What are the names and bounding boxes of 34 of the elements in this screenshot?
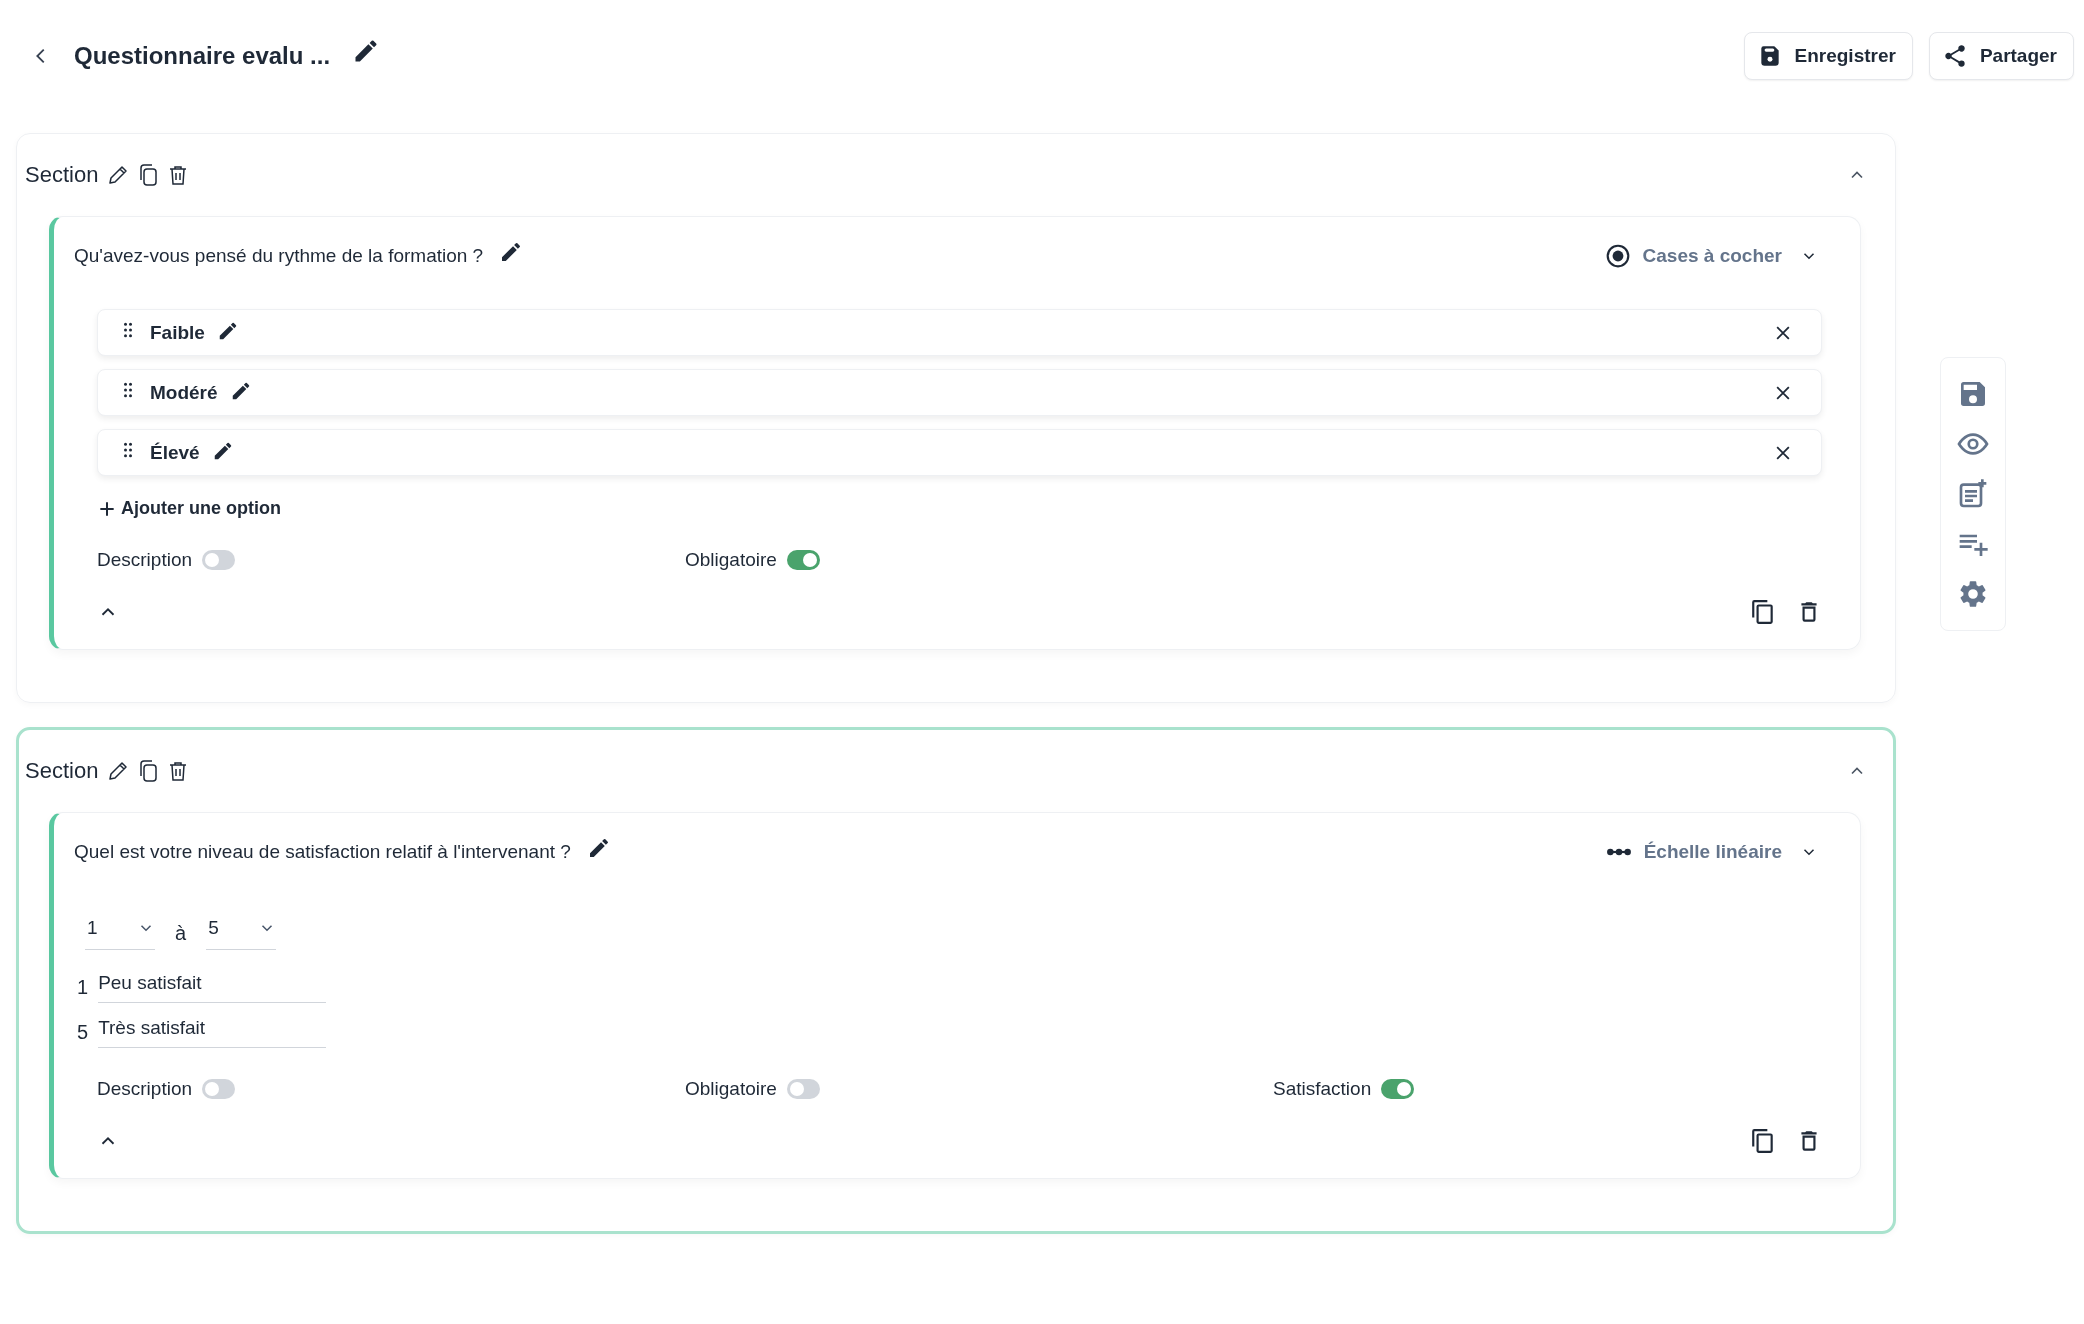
toggle-switch[interactable] bbox=[786, 550, 820, 570]
option-label: Faible bbox=[150, 321, 205, 344]
toggle-label: Obligatoire bbox=[685, 1078, 777, 1100]
save-button[interactable]: Enregistrer bbox=[1743, 32, 1913, 80]
toggle-switch[interactable] bbox=[1381, 1079, 1415, 1099]
question-type-dropdown[interactable]: Échelle linéaire bbox=[1605, 839, 1822, 865]
toggle-switch[interactable] bbox=[202, 550, 236, 570]
toggle-label: Obligatoire bbox=[685, 549, 777, 571]
scale-label-field[interactable]: Très satisfait bbox=[98, 1017, 327, 1048]
option-label: Modéré bbox=[150, 381, 218, 404]
section-title: Section bbox=[25, 758, 99, 784]
question-text: Quel est votre niveau de satisfaction relatif à l'intervenant ? bbox=[74, 841, 571, 863]
radio-icon bbox=[1604, 243, 1631, 269]
section-title: Section bbox=[25, 162, 99, 188]
scale-value: 5 bbox=[77, 1021, 89, 1044]
toggle-label: Description bbox=[97, 549, 193, 571]
share-button[interactable]: Partager bbox=[1928, 32, 2074, 80]
toggle-label: Satisfaction bbox=[1273, 1078, 1372, 1100]
add-option-button[interactable]: Ajouter une option bbox=[97, 498, 281, 519]
form-title: Questionnaire evalu ... bbox=[74, 42, 331, 70]
copy-icon[interactable] bbox=[1750, 1128, 1776, 1154]
scale-value: 1 bbox=[77, 976, 89, 999]
toggle-switch[interactable] bbox=[202, 1079, 236, 1099]
toggle-label: Description bbox=[97, 1078, 193, 1100]
toggle-switch[interactable] bbox=[786, 1079, 820, 1099]
range-end-select[interactable]: 5 bbox=[206, 917, 277, 950]
option-label: Élevé bbox=[150, 441, 200, 464]
question-type-dropdown[interactable]: Cases à cocher bbox=[1604, 243, 1822, 269]
scale-label-field[interactable]: Peu satisfait bbox=[98, 972, 327, 1003]
range-start-select[interactable]: 1 bbox=[85, 917, 155, 950]
range-connector: à bbox=[175, 922, 187, 945]
note-add-icon[interactable] bbox=[1957, 478, 1989, 510]
copy-icon[interactable] bbox=[1750, 599, 1776, 625]
question-text: Qu'avez-vous pensé du rythme de la formation ? bbox=[74, 245, 484, 267]
